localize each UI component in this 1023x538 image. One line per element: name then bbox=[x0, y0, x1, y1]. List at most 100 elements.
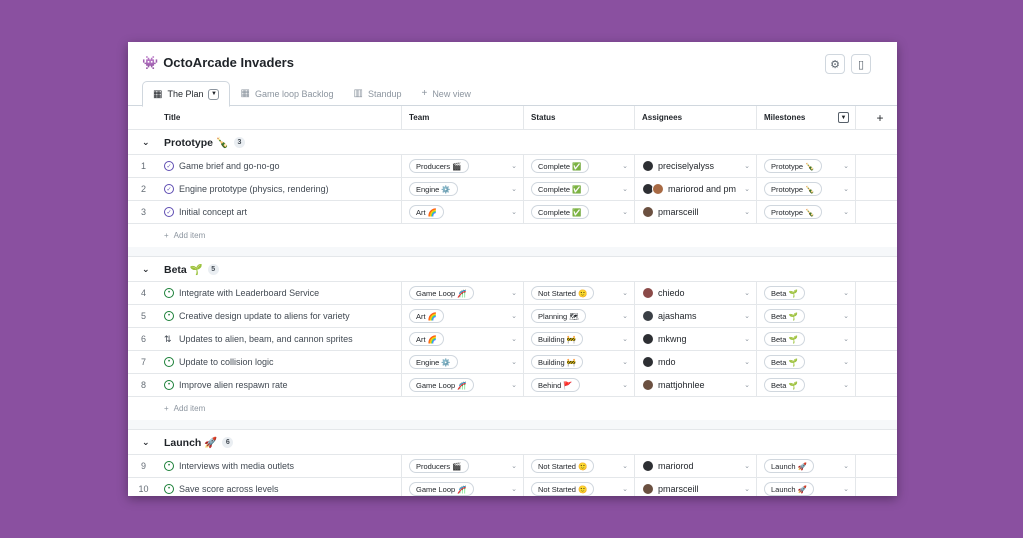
side-panel-button[interactable]: ▯ bbox=[851, 54, 871, 74]
chevron-down-icon[interactable]: ⌄ bbox=[622, 185, 628, 193]
table-row[interactable]: 10 • Save score across levels Game Loop 🎢 ⌄ N… bbox=[128, 478, 897, 496]
team-cell[interactable]: Game Loop 🎢 ⌄ bbox=[402, 478, 524, 496]
chevron-down-icon[interactable]: ⌄ bbox=[622, 381, 628, 389]
column-header-milestones[interactable]: Milestones ▼ bbox=[757, 106, 856, 129]
chevron-down-icon[interactable]: ⌄ bbox=[843, 462, 849, 470]
item-title[interactable]: Save score across levels bbox=[179, 484, 279, 494]
item-title[interactable]: Updates to alien, beam, and cannon sprit… bbox=[179, 334, 353, 344]
milestone-cell[interactable]: Beta 🌱 ⌄ bbox=[757, 351, 856, 373]
chevron-down-icon[interactable]: ⌄ bbox=[843, 185, 849, 193]
chevron-down-icon[interactable]: ⌄ bbox=[622, 462, 628, 470]
chevron-down-icon[interactable]: ⌄ bbox=[511, 312, 517, 320]
chevron-down-icon[interactable]: ⌄ bbox=[622, 335, 628, 343]
chevron-down-icon[interactable]: ⌄ bbox=[142, 137, 150, 148]
team-cell[interactable]: Art 🌈 ⌄ bbox=[402, 305, 524, 327]
chevron-down-icon[interactable]: ⌄ bbox=[744, 208, 750, 216]
chevron-down-icon[interactable]: ⌄ bbox=[744, 312, 750, 320]
table-row[interactable]: 4 • Integrate with Leaderboard Service Game… bbox=[128, 282, 897, 305]
column-header-assignees[interactable]: Assignees bbox=[635, 106, 757, 129]
chevron-down-icon[interactable]: ⌄ bbox=[843, 358, 849, 366]
chevron-down-icon[interactable]: ⌄ bbox=[744, 162, 750, 170]
chevron-down-icon[interactable]: ▼ bbox=[838, 112, 849, 123]
table-row[interactable]: 6 ⇅ Updates to alien, beam, and cannon spr… bbox=[128, 328, 897, 351]
milestone-cell[interactable]: Beta 🌱 ⌄ bbox=[757, 282, 856, 304]
chevron-down-icon[interactable]: ⌄ bbox=[511, 381, 517, 389]
chevron-down-icon[interactable]: ⌄ bbox=[843, 289, 849, 297]
milestone-cell[interactable]: Beta 🌱 ⌄ bbox=[757, 374, 856, 396]
assignees-cell[interactable]: chiedo ⌄ bbox=[635, 282, 757, 304]
chevron-down-icon[interactable]: ⌄ bbox=[511, 462, 517, 470]
settings-button[interactable]: ⚙ bbox=[825, 54, 845, 74]
chevron-down-icon[interactable]: ⌄ bbox=[843, 485, 849, 493]
title-cell[interactable]: • Save score across levels bbox=[159, 478, 402, 496]
team-cell[interactable]: Engine ⚙️ ⌄ bbox=[402, 178, 524, 200]
chevron-down-icon[interactable]: ⌄ bbox=[142, 264, 150, 275]
chevron-down-icon[interactable]: ⌄ bbox=[744, 185, 750, 193]
title-cell[interactable]: • Integrate with Leaderboard Service bbox=[159, 282, 402, 304]
assignees-cell[interactable]: preciselyalyss ⌄ bbox=[635, 155, 757, 177]
milestone-cell[interactable]: Prototype 🍾 ⌄ bbox=[757, 155, 856, 177]
team-cell[interactable]: Game Loop 🎢 ⌄ bbox=[402, 374, 524, 396]
chevron-down-icon[interactable]: ⌄ bbox=[843, 381, 849, 389]
table-row[interactable]: 3 ✓ Initial concept art Art 🌈 ⌄ Complete ✅ ⌄ pm… bbox=[128, 201, 897, 224]
status-cell[interactable]: Not Started 🙂 ⌄ bbox=[524, 478, 635, 496]
title-cell[interactable]: ✓ Initial concept art bbox=[159, 201, 402, 223]
chevron-down-icon[interactable]: ⌄ bbox=[511, 358, 517, 366]
milestone-cell[interactable]: Prototype 🍾 ⌄ bbox=[757, 201, 856, 223]
team-cell[interactable]: Art 🌈 ⌄ bbox=[402, 201, 524, 223]
column-header-title[interactable]: Title bbox=[159, 106, 402, 129]
tab-game-loop-backlog[interactable]: ▦ Game loop Backlog bbox=[230, 81, 343, 106]
title-cell[interactable]: • Interviews with media outlets bbox=[159, 455, 402, 477]
item-title[interactable]: Improve alien respawn rate bbox=[179, 380, 288, 390]
status-cell[interactable]: Building 🚧 ⌄ bbox=[524, 328, 635, 350]
item-title[interactable]: Engine prototype (physics, rendering) bbox=[179, 184, 329, 194]
status-cell[interactable]: Planning 🗺 ⌄ bbox=[524, 305, 635, 327]
assignees-cell[interactable]: mariorod and pm ⌄ bbox=[635, 178, 757, 200]
chevron-down-icon[interactable]: ⌄ bbox=[622, 312, 628, 320]
milestone-cell[interactable]: Launch 🚀 ⌄ bbox=[757, 455, 856, 477]
chevron-down-icon[interactable]: ⌄ bbox=[843, 208, 849, 216]
chevron-down-icon[interactable]: ⌄ bbox=[744, 462, 750, 470]
table-row[interactable]: 1 ✓ Game brief and go-no-go Producers 🎬 ⌄ Com… bbox=[128, 155, 897, 178]
title-cell[interactable]: • Improve alien respawn rate bbox=[159, 374, 402, 396]
new-view-button[interactable]: + New view bbox=[411, 81, 480, 106]
status-cell[interactable]: Not Started 🙂 ⌄ bbox=[524, 455, 635, 477]
status-cell[interactable]: Complete ✅ ⌄ bbox=[524, 201, 635, 223]
item-title[interactable]: Update to collision logic bbox=[179, 357, 274, 367]
chevron-down-icon[interactable]: ⌄ bbox=[843, 335, 849, 343]
title-cell[interactable]: • Creative design update to aliens for va… bbox=[159, 305, 402, 327]
table-row[interactable]: 5 • Creative design update to aliens for v… bbox=[128, 305, 897, 328]
assignees-cell[interactable]: ajashams ⌄ bbox=[635, 305, 757, 327]
chevron-down-icon[interactable]: ⌄ bbox=[511, 162, 517, 170]
add-field-button[interactable]: + bbox=[856, 106, 897, 129]
status-cell[interactable]: Complete ✅ ⌄ bbox=[524, 155, 635, 177]
group-header[interactable]: ⌄ Beta 🌱 5 bbox=[128, 257, 897, 282]
add-item-row[interactable]: + Add item bbox=[128, 397, 897, 420]
add-item-button[interactable]: + Add item bbox=[164, 404, 205, 413]
add-item-button[interactable]: + Add item bbox=[164, 231, 205, 240]
team-cell[interactable]: Art 🌈 ⌄ bbox=[402, 328, 524, 350]
status-cell[interactable]: Building 🚧 ⌄ bbox=[524, 351, 635, 373]
chevron-down-icon[interactable]: ⌄ bbox=[511, 289, 517, 297]
chevron-down-icon[interactable]: ⌄ bbox=[142, 437, 150, 448]
milestone-cell[interactable]: Prototype 🍾 ⌄ bbox=[757, 178, 856, 200]
assignees-cell[interactable]: mariorod ⌄ bbox=[635, 455, 757, 477]
column-header-team[interactable]: Team bbox=[402, 106, 524, 129]
item-title[interactable]: Interviews with media outlets bbox=[179, 461, 294, 471]
chevron-down-icon[interactable]: ⌄ bbox=[622, 358, 628, 366]
chevron-down-icon[interactable]: ⌄ bbox=[511, 208, 517, 216]
status-cell[interactable]: Complete ✅ ⌄ bbox=[524, 178, 635, 200]
item-title[interactable]: Game brief and go-no-go bbox=[179, 161, 280, 171]
group-header[interactable]: ⌄ Launch 🚀 6 bbox=[128, 430, 897, 455]
tab-the-plan[interactable]: ▦ The Plan ▼ bbox=[142, 81, 231, 107]
milestone-cell[interactable]: Beta 🌱 ⌄ bbox=[757, 328, 856, 350]
title-cell[interactable]: • Update to collision logic bbox=[159, 351, 402, 373]
status-cell[interactable]: Behind 🚩 ⌄ bbox=[524, 374, 635, 396]
milestone-cell[interactable]: Launch 🚀 ⌄ bbox=[757, 478, 856, 496]
chevron-down-icon[interactable]: ⌄ bbox=[843, 312, 849, 320]
status-cell[interactable]: Not Started 🙂 ⌄ bbox=[524, 282, 635, 304]
table-row[interactable]: 8 • Improve alien respawn rate Game Loop 🎢 ⌄… bbox=[128, 374, 897, 397]
assignees-cell[interactable]: mkwng ⌄ bbox=[635, 328, 757, 350]
chevron-down-icon[interactable]: ⌄ bbox=[511, 335, 517, 343]
assignees-cell[interactable]: pmarsceill ⌄ bbox=[635, 201, 757, 223]
